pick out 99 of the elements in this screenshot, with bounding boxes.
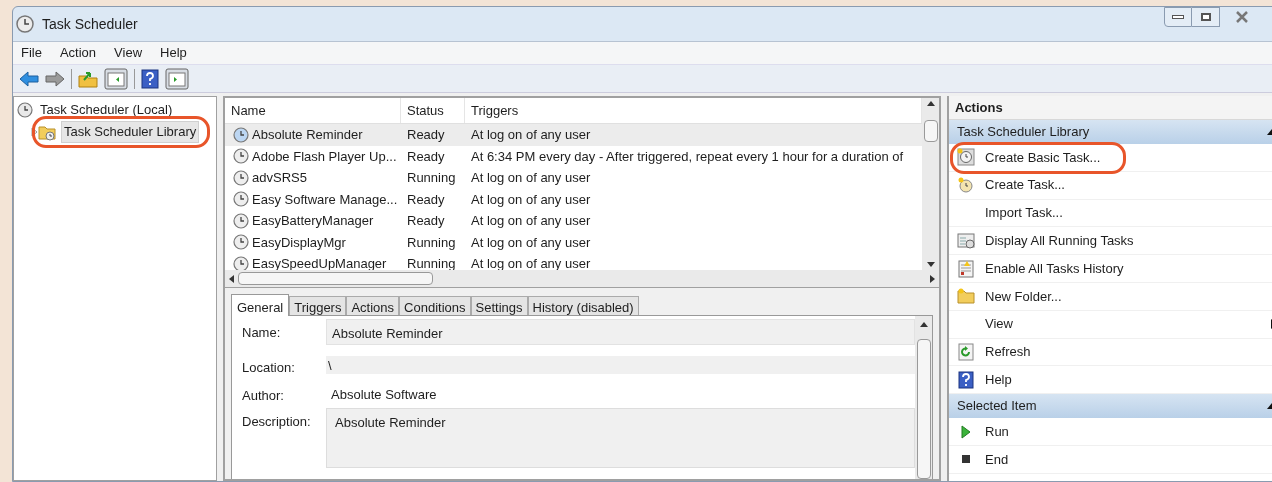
- pane-toggle-icon[interactable]: [165, 67, 189, 90]
- table-cell-text: Running: [406, 169, 457, 187]
- clock-icon: [233, 212, 249, 229]
- table-cell-text: At log on of any user: [470, 212, 592, 230]
- task-row[interactable]: Adobe Flash Player Up... Ready At 6:34 PM every day - After triggered, repeat every 1 hour for a duration of: [225, 145, 922, 167]
- column-header[interactable]: Status: [401, 98, 465, 123]
- help-icon: [957, 370, 975, 389]
- group-header[interactable]: Task Scheduler Library: [949, 120, 1272, 144]
- clock-icon: [17, 102, 33, 118]
- refresh-icon: [957, 342, 975, 361]
- tab[interactable]: Settings: [470, 296, 528, 315]
- task-row[interactable]: EasyBatteryManager Ready At log on of any user: [225, 210, 922, 232]
- table-cell-text: At log on of any user: [470, 255, 592, 270]
- back-arrow-icon[interactable]: [19, 70, 39, 87]
- window-clock-icon: [957, 231, 975, 250]
- task-row[interactable]: advSRS5 Running At log on of any user: [225, 167, 922, 189]
- task-row[interactable]: Easy Software Manage... Ready At log on of any user: [225, 188, 922, 210]
- task-row[interactable]: EasyDisplayMgr Running At log on of any user: [225, 231, 922, 253]
- column-header[interactable]: Name: [225, 98, 401, 123]
- pane-command[interactable]: Create Task...: [949, 171, 1272, 200]
- table-cell-text: Ready: [406, 190, 446, 209]
- table-cell-text: Ready: [406, 212, 446, 230]
- table-cell-text: EasySpeedUpManager: [252, 255, 387, 270]
- scroll-down-arrow-icon[interactable]: [926, 262, 935, 267]
- field-value: Absolute Reminder: [326, 319, 915, 345]
- table-cell-text: At log on of any user: [470, 169, 592, 187]
- tab[interactable]: Actions: [346, 296, 400, 315]
- scroll-thumb[interactable]: [923, 120, 938, 142]
- group-title: Selected Item: [957, 397, 1037, 416]
- group-header[interactable]: Selected Item: [949, 394, 1272, 419]
- pane-command[interactable]: Run: [949, 418, 1272, 446]
- pane-command[interactable]: Display All Running Tasks: [949, 227, 1272, 256]
- field-value: Absolute Software: [330, 386, 438, 404]
- table-cell-text: Ready: [406, 126, 446, 144]
- table-cell-text: At log on of any user: [470, 190, 592, 209]
- pane-title: Actions: [949, 96, 1272, 120]
- tab[interactable]: Triggers: [289, 296, 347, 315]
- folder-up-icon[interactable]: [78, 69, 98, 88]
- tab[interactable]: History (disabled): [527, 296, 639, 315]
- field-label: Description:: [242, 413, 312, 431]
- tree-item[interactable]: Task Scheduler Library: [61, 121, 200, 143]
- table-cell-text: EasyBatteryManager: [252, 212, 374, 230]
- clock-icon: [233, 255, 249, 270]
- table-cell-text: Running: [406, 233, 457, 252]
- field-value: Absolute Reminder: [326, 408, 915, 468]
- table-cell-text: Adobe Flash Player Up...: [252, 147, 397, 166]
- menu-item[interactable]: View: [112, 43, 145, 63]
- table-cell-text: Ready: [406, 147, 446, 166]
- pane-command[interactable]: Enable All Tasks History: [949, 255, 1272, 283]
- pane-command[interactable]: Import Task...: [949, 199, 1272, 228]
- log-icon: [957, 259, 975, 278]
- pane-toggle-icon[interactable]: [104, 67, 128, 90]
- field-value: \: [326, 356, 915, 374]
- folder-clock-icon: [38, 123, 56, 141]
- tab[interactable]: Conditions: [399, 296, 471, 315]
- help-icon[interactable]: [141, 68, 159, 89]
- table-cell-text: Running: [406, 255, 457, 270]
- clock-icon: [233, 234, 249, 251]
- tree-item[interactable]: Task Scheduler (Local): [38, 100, 175, 120]
- clock-icon: [957, 148, 975, 167]
- clock-icon: [957, 176, 975, 195]
- maximize-button[interactable]: [1192, 7, 1220, 27]
- field-label: Name:: [242, 324, 282, 342]
- window-title: Task Scheduler: [42, 14, 138, 34]
- scroll-up-arrow-icon[interactable]: [919, 322, 928, 327]
- table-cell-text: Absolute Reminder: [252, 126, 363, 144]
- folder-icon: [957, 287, 975, 306]
- pane-command[interactable]: Create Basic Task...: [949, 144, 1272, 172]
- menu-item[interactable]: Help: [158, 43, 189, 63]
- scroll-left-arrow-icon[interactable]: [229, 274, 234, 283]
- task-row[interactable]: Absolute Reminder Ready At log on of any user: [225, 124, 922, 146]
- clock-icon: [16, 15, 34, 33]
- table-cell-text: At log on of any user: [470, 233, 592, 252]
- pane-command[interactable]: New Folder...: [949, 283, 1272, 311]
- table-cell-text: At 6:34 PM every day - After triggered, repeat every 1 hour for a duration of: [470, 147, 905, 166]
- group-title: Task Scheduler Library: [957, 123, 1090, 142]
- scroll-up-arrow-icon[interactable]: [926, 101, 935, 106]
- field-label: Location:: [242, 359, 296, 377]
- clock-icon: [233, 191, 249, 208]
- menu-item[interactable]: Action: [57, 43, 99, 63]
- forward-arrow-icon[interactable]: [45, 70, 65, 87]
- pane-command[interactable]: End: [949, 445, 1272, 474]
- table-cell-text: Easy Software Manage...: [252, 190, 398, 209]
- clock-icon: [233, 148, 249, 165]
- table-cell-text: At log on of any user: [470, 126, 592, 144]
- task-row[interactable]: EasySpeedUpManager Running At log on of any user: [225, 253, 922, 270]
- clock-icon: [233, 126, 249, 143]
- horizontal-scrollbar[interactable]: [225, 270, 939, 287]
- menu-item[interactable]: File: [19, 43, 44, 63]
- minimize-button[interactable]: [1164, 7, 1192, 27]
- field-label: Author:: [242, 387, 285, 405]
- table-cell-text: EasyDisplayMgr: [252, 233, 346, 252]
- table-cell-text: advSRS5: [252, 169, 307, 187]
- tab[interactable]: General: [231, 294, 290, 316]
- pane-command[interactable]: View: [949, 310, 1272, 339]
- close-icon: [1236, 11, 1248, 23]
- scroll-right-arrow-icon[interactable]: [930, 274, 935, 283]
- pane-command[interactable]: Refresh: [949, 338, 1272, 367]
- clock-icon: [233, 169, 249, 186]
